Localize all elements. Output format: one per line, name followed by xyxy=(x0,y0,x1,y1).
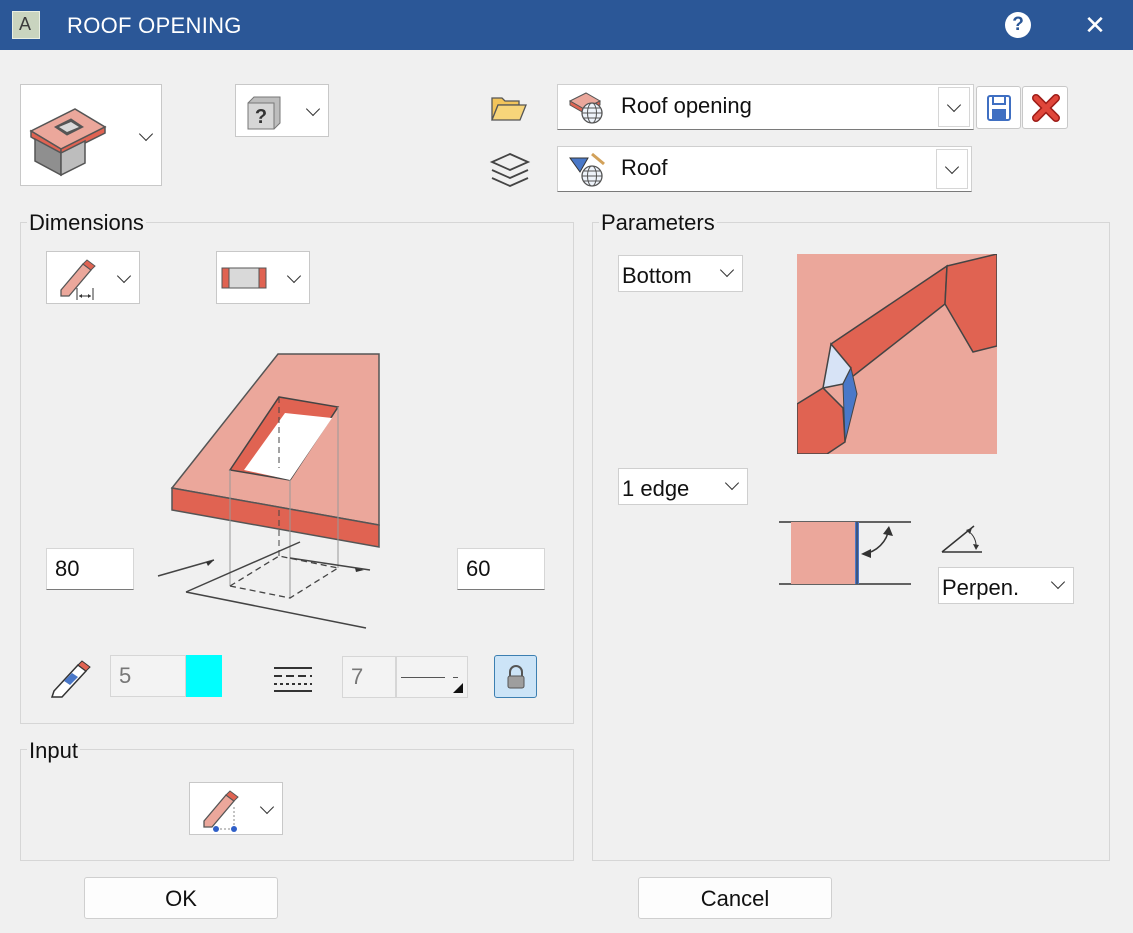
edge-select-value: 1 edge xyxy=(622,476,690,501)
dimensions-group-label: Dimensions xyxy=(27,210,146,236)
chevron-down-icon xyxy=(719,262,735,278)
roof-opening-icon xyxy=(29,108,107,177)
layer-select-value: Roof xyxy=(621,155,668,180)
template-select[interactable]: Roof opening xyxy=(557,84,974,130)
chevron-down-icon xyxy=(1050,574,1066,590)
opening-shape-icon xyxy=(221,267,267,289)
pen-thickness-icon xyxy=(50,660,91,698)
cancel-button[interactable]: Cancel xyxy=(638,877,832,919)
chevron-down-icon xyxy=(946,97,962,113)
angle-icon xyxy=(941,525,982,553)
format-help-dropdown[interactable]: ? xyxy=(235,84,329,137)
roof-globe-icon xyxy=(568,92,603,124)
edge-select[interactable]: 1 edge xyxy=(618,468,748,505)
template-select-value: Roof opening xyxy=(621,93,752,118)
cancel-button-label: Cancel xyxy=(700,886,770,911)
roof-cut-preview xyxy=(797,254,997,454)
chevron-down-icon xyxy=(116,268,132,284)
template-select-arrow[interactable] xyxy=(938,87,970,127)
delete-favorite-button[interactable] xyxy=(1022,86,1068,129)
edge-angle-diagram xyxy=(779,521,911,585)
help-icon: ? xyxy=(1012,14,1024,35)
input-group xyxy=(20,749,574,861)
chevron-down-icon xyxy=(286,268,302,284)
line-type-input: 7 xyxy=(342,656,396,698)
input-group-label: Input xyxy=(27,738,80,764)
app-icon-letter: A xyxy=(19,14,32,34)
dimension-input-mode-dropdown[interactable] xyxy=(46,251,140,304)
line-style-sample xyxy=(401,677,445,678)
delete-icon xyxy=(1032,94,1060,122)
line-style-corner-icon xyxy=(453,683,463,693)
pencil-points-icon xyxy=(203,790,239,832)
element-type-dropdown[interactable] xyxy=(20,84,162,186)
pen-thickness-input: 5 xyxy=(110,655,186,697)
save-icon xyxy=(987,95,1011,121)
angle-select-value: Perpen. xyxy=(942,575,1020,600)
input-mode-dropdown[interactable] xyxy=(189,782,283,835)
lock-button[interactable] xyxy=(494,655,537,698)
opening-shape-dropdown[interactable] xyxy=(216,251,310,304)
dimensions-diagram xyxy=(157,353,380,629)
line-style-picker xyxy=(396,656,468,698)
line-style-dash xyxy=(453,677,458,678)
layer-select[interactable]: Roof xyxy=(557,146,972,192)
dimension-right-input[interactable]: 60 xyxy=(457,548,545,590)
angle-select[interactable]: Perpen. xyxy=(938,567,1074,604)
folder-open-icon[interactable] xyxy=(490,94,528,124)
title-bar: A ROOF OPENING ? ✕ xyxy=(0,0,1133,50)
layer-select-arrow[interactable] xyxy=(936,149,968,189)
svg-text:?: ? xyxy=(255,106,267,128)
window-title: ROOF OPENING xyxy=(67,13,242,38)
close-button[interactable]: ✕ xyxy=(1080,10,1110,40)
position-select-value: Bottom xyxy=(622,263,692,288)
pencil-dimension-icon xyxy=(60,259,96,300)
chevron-down-icon xyxy=(259,799,275,815)
question-box-icon: ? xyxy=(247,96,281,130)
position-select[interactable]: Bottom xyxy=(618,255,743,292)
layer-globe-icon xyxy=(569,152,605,187)
ok-button[interactable]: OK xyxy=(84,877,278,919)
line-type-icon xyxy=(274,667,312,692)
dimension-left-input[interactable]: 80 xyxy=(46,548,134,590)
layers-icon[interactable] xyxy=(488,150,532,190)
chevron-down-icon xyxy=(724,475,740,491)
help-button[interactable]: ? xyxy=(1005,12,1031,38)
save-favorite-button[interactable] xyxy=(976,86,1021,129)
ok-button-label: OK xyxy=(165,886,197,911)
parameters-group-label: Parameters xyxy=(599,210,717,236)
lock-icon xyxy=(507,665,525,689)
close-icon: ✕ xyxy=(1084,10,1106,40)
chevron-down-icon xyxy=(305,101,321,117)
chevron-down-icon xyxy=(138,126,154,142)
chevron-down-icon xyxy=(944,159,960,175)
pen-color-swatch[interactable] xyxy=(186,655,222,697)
app-icon: A xyxy=(12,11,40,39)
